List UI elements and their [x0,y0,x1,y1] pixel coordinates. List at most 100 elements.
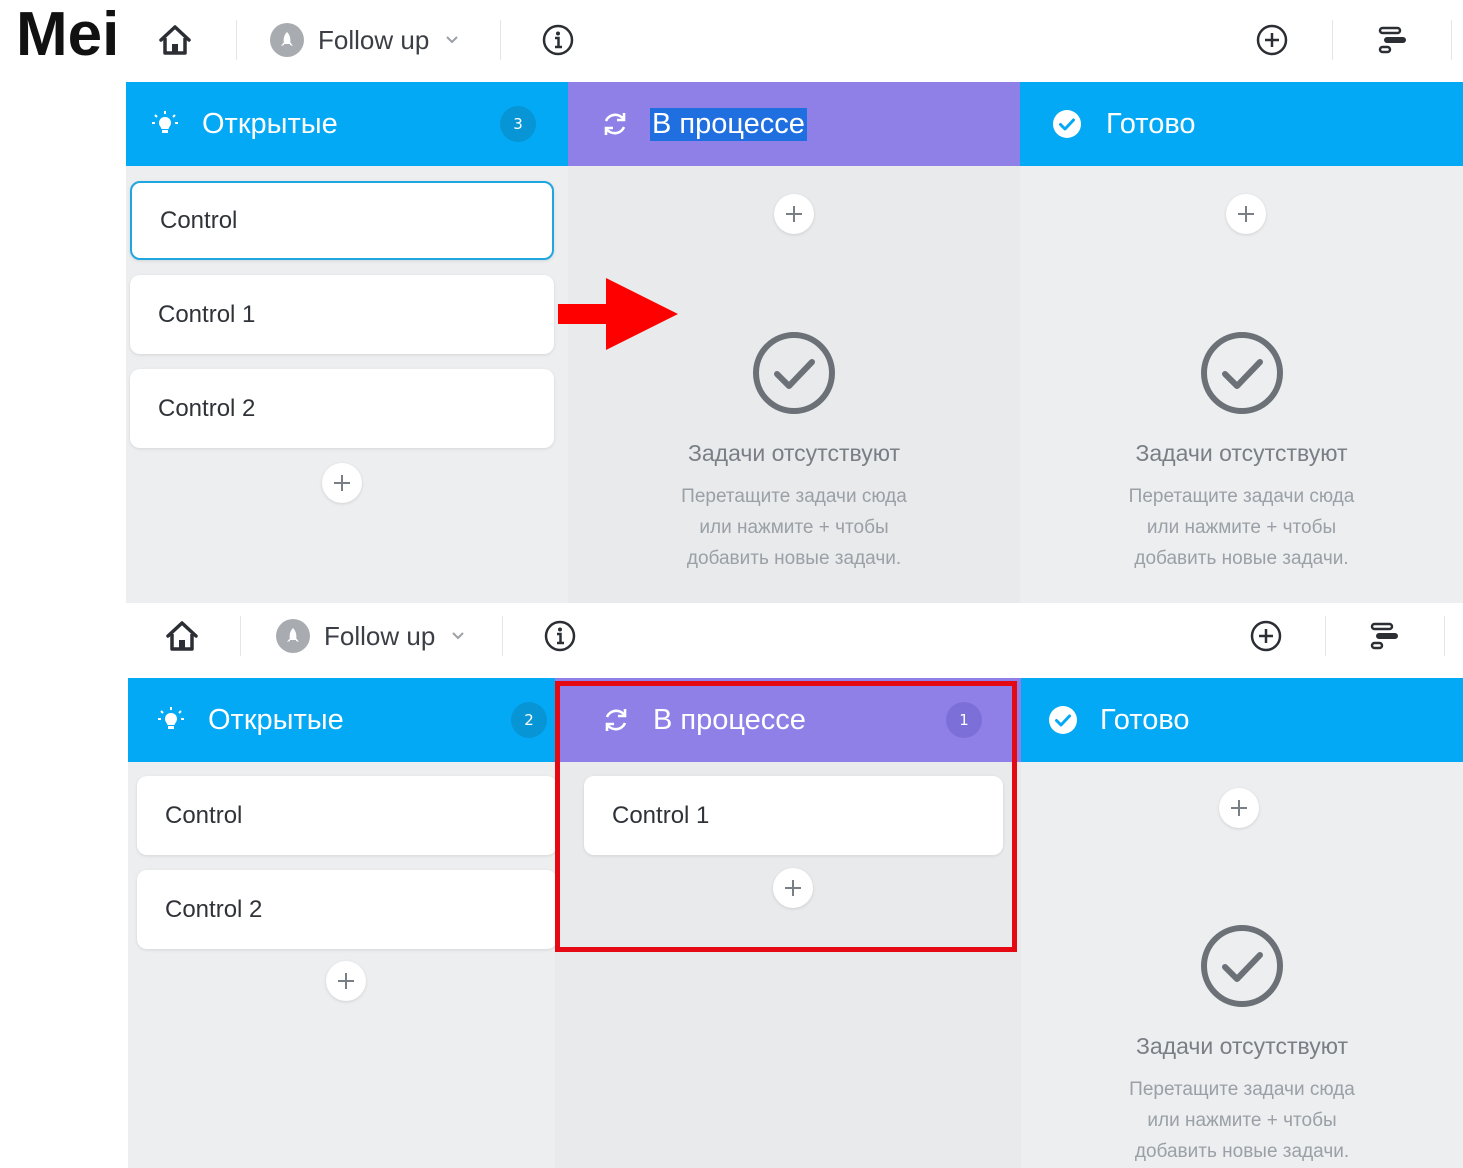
chevron-down-icon [446,36,458,44]
hint-line: или нажмите + чтобы [1147,1110,1337,1131]
column-header[interactable]: Готово [1021,678,1463,762]
column-body: Задачи отсутствуют Перетащите задачи сюд… [1020,166,1463,603]
check-circle-icon [1052,109,1082,139]
rocket-icon [276,619,310,653]
toolbar-separator [236,20,237,60]
column-body: Control 1 [555,762,1021,1168]
column-done: Готово Задачи отсутствуют Перетащите зад… [1021,678,1463,1168]
task-count-badge: 3 [500,106,536,142]
hint-line: Перетащите задачи сюда [1129,1079,1355,1100]
task-card[interactable]: Control 1 [584,776,1003,855]
empty-state-title: Задачи отсутствуют [1135,440,1348,466]
info-button[interactable] [542,618,578,654]
hint-line: или нажмите + чтобы [1146,517,1337,538]
task-card[interactable]: Control 1 [130,275,554,354]
add-task-button[interactable] [773,868,813,908]
column-title: Открытые [202,107,338,140]
column-body: Задачи отсутствуют Перетащите задачи сюд… [1021,762,1463,1168]
lightbulb-icon [150,109,180,139]
hint-line: Перетащите задачи сюда [1128,486,1355,507]
add-task-button[interactable] [326,961,366,1001]
task-count-badge: 1 [946,702,982,738]
empty-state: Задачи отсутствуют Перетащите задачи сюд… [1020,330,1463,574]
hint-line: или нажмите + чтобы [699,517,889,538]
project-selector[interactable]: Follow up [270,20,459,60]
bottom-panel: Follow up Открытые 2 Control Control 2 В… [0,603,1463,1168]
project-name: Follow up [324,620,436,651]
toolbar-separator [1325,616,1326,656]
kanban-board: Открытые 3 Control Control 1 Control 2 В… [126,82,1463,603]
column-header[interactable]: Открытые 2 [128,678,555,762]
top-toolbar: Follow up [0,0,1463,82]
toolbar-separator [240,616,241,656]
filter-button[interactable] [1375,22,1411,58]
project-selector[interactable]: Follow up [276,616,465,656]
add-task-button[interactable] [1226,194,1266,234]
empty-state-hint: Перетащите задачи сюда или нажмите + что… [1020,481,1463,574]
info-icon [544,620,576,652]
check-circle-icon [1201,925,1283,1007]
project-name: Follow up [318,24,430,55]
hint-line: добавить новые задачи. [686,548,902,569]
toolbar-separator [500,20,501,60]
task-card[interactable]: Control 2 [137,870,557,949]
plus-icon [785,880,801,896]
plus-icon [334,475,350,491]
top-panel: Follow up Открытые 3 Control Control 1 C… [0,0,1463,603]
task-card[interactable]: Control 2 [130,369,554,448]
column-header[interactable]: Готово [1020,82,1463,166]
empty-state-hint: Перетащите задачи сюда или нажмите + что… [568,481,1020,574]
check-circle-icon [753,332,835,414]
column-body: Control Control 2 [128,762,557,1168]
hint-line: добавить новые задачи. [1134,548,1349,569]
kanban-board: Открытые 2 Control Control 2 В процессе … [128,678,1463,1168]
task-card[interactable]: Control [137,776,557,855]
plus-icon [1231,800,1247,816]
info-button[interactable] [540,22,576,58]
task-card[interactable]: Control [130,181,554,260]
column-header[interactable]: Открытые 3 [126,82,568,166]
annotation-arrow [558,278,678,350]
home-icon [159,25,191,55]
task-count-badge: 2 [511,702,547,738]
empty-state: Задачи отсутствуют Перетащите задачи сюд… [568,330,1020,574]
plus-icon [786,206,802,222]
add-task-button[interactable] [322,463,362,503]
lightbulb-icon [156,705,186,735]
column-header[interactable]: В процессе [568,82,1020,166]
toolbar-separator [1451,20,1452,60]
add-button[interactable] [1254,22,1290,58]
column-title: Готово [1100,703,1190,736]
check-circle-icon [1048,705,1078,735]
check-circle-icon [1200,332,1283,414]
hint-line: добавить новые задачи. [1134,1141,1350,1162]
add-task-button[interactable] [774,194,814,234]
empty-state-title: Задачи отсутствуют [688,440,900,466]
column-title: В процессе [653,703,806,736]
column-done: Готово Задачи отсутствуют Перетащите зад… [1020,82,1463,603]
filter-icon [1378,26,1406,54]
home-button[interactable] [155,20,195,60]
toolbar-separator [1332,20,1333,60]
refresh-icon [600,109,630,139]
column-title: В процессе [650,107,807,141]
column-body: Задачи отсутствуют Перетащите задачи сюд… [568,166,1020,603]
plus-icon [1238,206,1254,222]
filter-icon [1370,622,1398,650]
column-open: Открытые 2 Control Control 2 [128,678,557,1168]
chevron-down-icon [452,632,464,640]
add-task-button[interactable] [1219,788,1259,828]
empty-state: Задачи отсутствуют Перетащите задачи сюд… [1021,923,1463,1167]
rocket-icon [270,23,304,57]
bottom-toolbar: Follow up [0,603,1463,678]
column-title: Готово [1106,107,1196,140]
plus-circle-icon [1256,24,1288,56]
column-open: Открытые 3 Control Control 1 Control 2 [126,82,568,603]
add-button[interactable] [1248,618,1284,654]
column-body: Control Control 1 Control 2 [126,166,568,603]
filter-button[interactable] [1367,618,1403,654]
plus-circle-icon [1250,620,1282,652]
empty-state-title: Задачи отсутствуют [1136,1033,1348,1059]
home-button[interactable] [162,616,202,656]
column-header[interactable]: В процессе 1 [555,678,1021,762]
